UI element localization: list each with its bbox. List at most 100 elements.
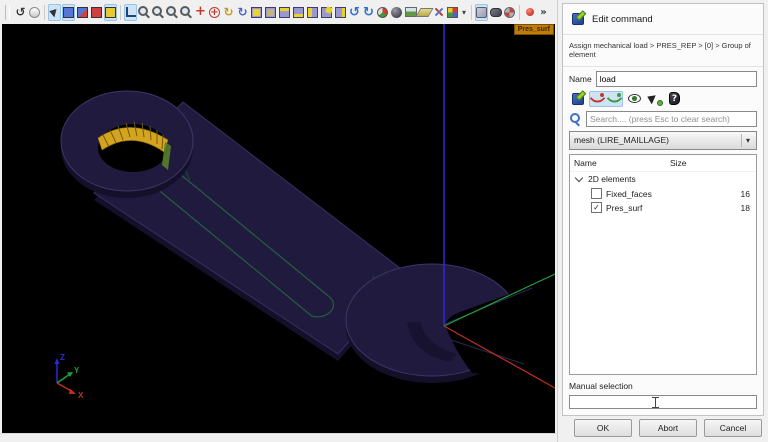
zoom-icon[interactable]: [180, 4, 193, 21]
name-label: Name: [569, 73, 592, 84]
rotate-right-icon[interactable]: [362, 4, 375, 21]
triad-y-label: Y: [74, 366, 80, 375]
edit-command-panel: Edit command Assign mechanical load > PR…: [557, 0, 768, 442]
edit-mode-icon[interactable]: [569, 91, 586, 107]
background-image-icon[interactable]: [404, 4, 417, 21]
search-icon: [569, 111, 582, 127]
selection-node-icon[interactable]: [62, 3, 75, 21]
tree-item-size: 16: [740, 188, 750, 199]
shape-display-icon[interactable]: [489, 4, 502, 21]
rotate-left-icon[interactable]: [348, 4, 361, 21]
toolbar-separator: [471, 4, 472, 20]
tree-expander-icon[interactable]: [574, 174, 584, 183]
documentation-icon[interactable]: [666, 91, 683, 107]
view-mode-dropdown-icon[interactable]: [460, 4, 468, 21]
mesh-selector[interactable]: mesh (LIRE_MAILLAGE): [569, 130, 757, 150]
zoom-window-icon[interactable]: [152, 4, 165, 21]
refresh-view-icon[interactable]: [14, 4, 27, 21]
shaded-sphere-icon[interactable]: [390, 4, 403, 21]
view-bottom-icon[interactable]: [292, 4, 305, 21]
app-window: { "toolbar": { "items": [ {"name":"refre…: [0, 0, 768, 442]
tree-items: Fixed_faces 16 Pres_surf 18: [570, 187, 756, 215]
toolbar-separator: [120, 4, 121, 20]
cancel-button[interactable]: Cancel: [704, 419, 762, 437]
tree-col-size: Size: [670, 157, 687, 168]
view-left-icon[interactable]: [306, 4, 319, 21]
tree-group-row[interactable]: 2D elements: [570, 172, 756, 187]
tree-col-name: Name: [574, 157, 597, 168]
divider: [563, 34, 763, 35]
axis-triad: Z Y X: [54, 353, 84, 400]
search-row: [569, 110, 757, 127]
name-input[interactable]: [595, 70, 757, 87]
tree-item-size: 18: [740, 202, 750, 213]
edit-command-icon: [569, 11, 586, 27]
tool-selected-group: [589, 90, 623, 107]
selection-edge-icon[interactable]: [90, 4, 103, 21]
abort-button[interactable]: Abort: [639, 419, 697, 437]
triad-z-label: Z: [60, 353, 65, 362]
view-mode-icon[interactable]: [446, 4, 459, 21]
record-icon[interactable]: [523, 4, 536, 21]
curve-green-icon[interactable]: [606, 91, 623, 107]
tree-row[interactable]: Fixed_faces 16: [570, 187, 756, 201]
selection-mixed-icon[interactable]: [76, 4, 89, 21]
pick-selection-icon[interactable]: [646, 91, 663, 107]
name-row: Name: [569, 70, 757, 87]
view-back-icon[interactable]: [264, 4, 277, 21]
view-right-icon[interactable]: [320, 4, 333, 21]
tree-item-label: Pres_surf: [606, 202, 643, 213]
show-trihedron-icon[interactable]: [124, 3, 137, 21]
panel-tools: [569, 90, 757, 107]
global-pan-icon[interactable]: [208, 4, 221, 21]
view-iso-icon[interactable]: [334, 4, 347, 21]
wait-clock-icon[interactable]: [28, 4, 41, 21]
toolbar-overflow-icon[interactable]: [537, 4, 550, 21]
toolbar: [0, 0, 556, 24]
checkbox-unchecked[interactable]: [591, 188, 602, 200]
tree-item-label: Fixed_faces: [606, 188, 652, 199]
triad-x-label: X: [78, 391, 84, 400]
fit-all-icon[interactable]: [138, 4, 151, 21]
status-bar: [0, 433, 557, 442]
mesh-selector-value: mesh (LIRE_MAILLAGE): [574, 135, 669, 146]
pan-icon[interactable]: [194, 4, 207, 21]
search-input[interactable]: [586, 110, 757, 127]
text-cursor: [652, 397, 660, 408]
tree-header: Name Size: [570, 155, 756, 172]
view-top-icon[interactable]: [278, 4, 291, 21]
update-scene-icon[interactable]: [376, 4, 389, 21]
view-front-icon[interactable]: [250, 4, 263, 21]
manual-selection-input[interactable]: [569, 395, 757, 409]
viewport-3d[interactable]: Z Y X Pres_surf: [2, 24, 555, 434]
toolbar-separator: [519, 4, 520, 20]
tree-group-label: 2D elements: [588, 174, 636, 185]
edit-command-card: Edit command Assign mechanical load > PR…: [562, 3, 764, 416]
curve-red-icon[interactable]: [589, 91, 606, 107]
wrench-model: Z Y X: [54, 24, 555, 400]
panel-header: Edit command: [569, 9, 757, 30]
divider: [563, 65, 763, 67]
clipping-plane-icon[interactable]: [418, 4, 431, 21]
panel-title: Edit command: [592, 13, 653, 25]
sync-views-icon[interactable]: [432, 4, 445, 21]
tree-row[interactable]: Pres_surf 18: [570, 201, 756, 215]
toolbar-grip[interactable]: [5, 4, 10, 20]
preview-eye-icon[interactable]: [626, 91, 643, 107]
texture-icon[interactable]: [503, 4, 516, 21]
zoom-selection-icon[interactable]: [166, 4, 179, 21]
chevron-down-icon: [741, 133, 754, 147]
manual-selection-label: Manual selection: [569, 381, 633, 391]
breadcrumb: Assign mechanical load > PRES_REP > [0] …: [569, 41, 751, 60]
toolbar-separator: [44, 4, 45, 20]
rotation-point-icon[interactable]: [236, 4, 249, 21]
group-tree: Name Size 2D elements Fixed_faces 16 Pres_…: [569, 153, 757, 375]
manual-selection-wrap: [569, 395, 757, 410]
rotate-view-icon[interactable]: [222, 4, 235, 21]
selection-name-badge: Pres_surf: [513, 24, 554, 35]
checkbox-checked[interactable]: [591, 202, 602, 214]
selection-face-icon[interactable]: [104, 3, 117, 21]
interaction-style-icon[interactable]: [48, 3, 61, 21]
ok-button[interactable]: OK: [574, 419, 632, 437]
shading-mode-icon[interactable]: [475, 3, 488, 21]
